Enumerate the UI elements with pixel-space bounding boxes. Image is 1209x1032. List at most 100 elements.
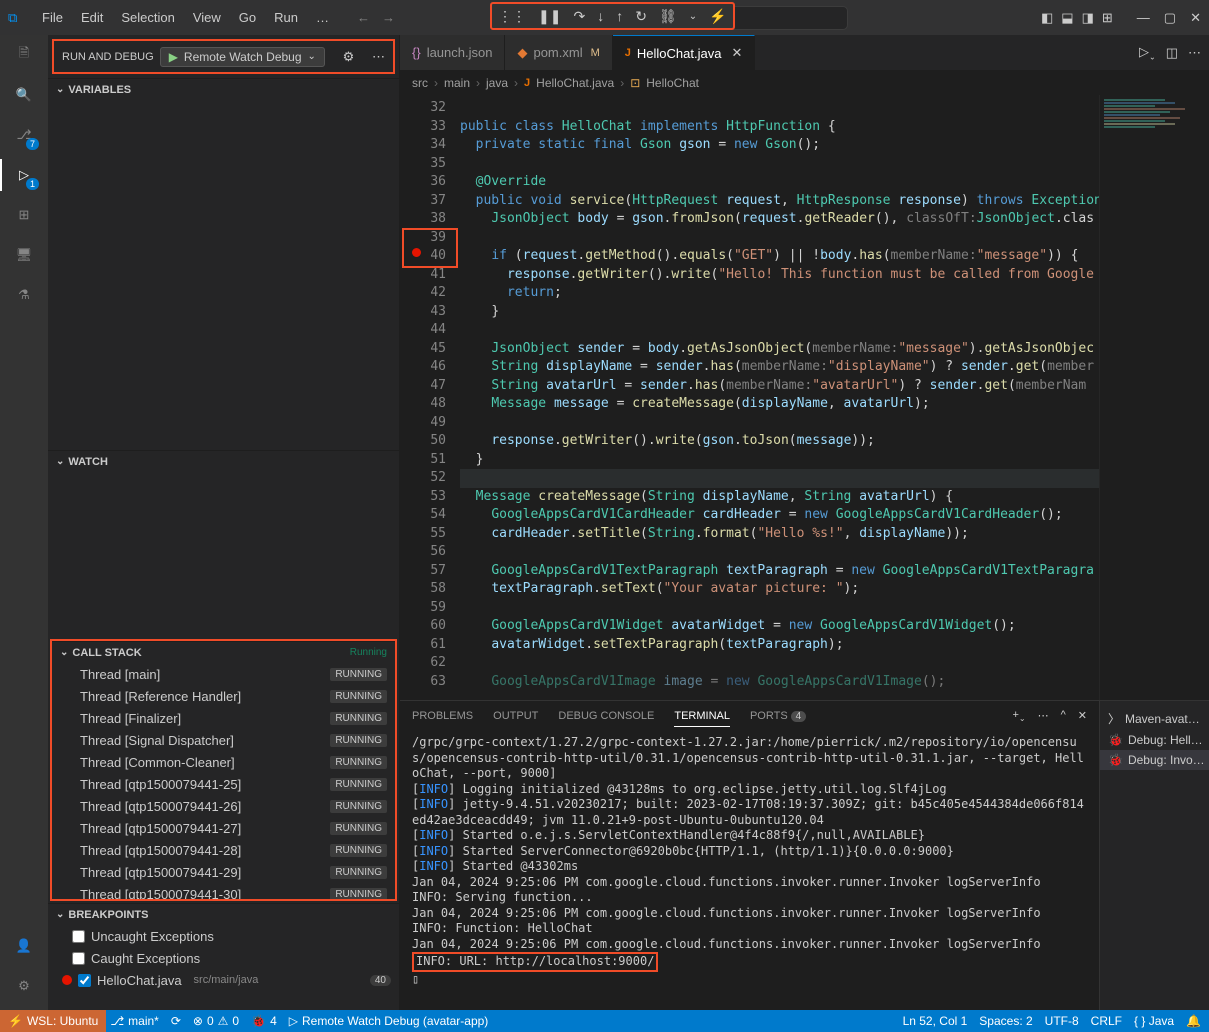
menu-go[interactable]: Go [231,6,264,29]
drag-handle-icon[interactable]: ⋮⋮ [498,8,526,25]
line-number[interactable]: 38 [400,210,446,229]
breadcrumb[interactable]: src› main› java› JHelloChat.java› ⊡Hello… [400,70,1209,95]
tab-hellochat-java[interactable]: JHelloChat.java✕ [613,35,756,70]
thread-row[interactable]: Thread [Reference Handler]RUNNING [52,685,395,707]
tab-debug-console[interactable]: DEBUG CONSOLE [558,706,654,726]
breakpoints-section-header[interactable]: ⌄BREAKPOINTS [48,903,399,925]
line-number[interactable]: 49 [400,414,446,433]
line-number[interactable]: 55 [400,525,446,544]
explorer-icon[interactable]: 🗎 [12,43,36,67]
more-icon[interactable]: ⋯ [1188,45,1201,61]
line-number[interactable]: 63 [400,673,446,692]
thread-row[interactable]: Thread [qtp1500079441-30]RUNNING [52,883,395,899]
terminal-instance[interactable]: 🐞 Debug: Hell… [1100,730,1209,750]
line-number[interactable]: 54 [400,506,446,525]
layout-sidebar-left-icon[interactable]: ◧ [1041,10,1053,26]
line-number[interactable]: 52 [400,469,446,488]
maximize-panel-icon[interactable]: ^ [1061,709,1066,723]
debug-config-selector[interactable]: ▶ Remote Watch Debug ⌄ [160,47,325,67]
line-number[interactable]: 58 [400,580,446,599]
eol[interactable]: CRLF [1091,1014,1122,1028]
layout-panel-icon[interactable]: ⬓ [1061,10,1073,26]
variables-section-header[interactable]: ⌄VARIABLES [48,78,399,100]
line-number[interactable]: 48 [400,395,446,414]
checkbox[interactable] [72,930,85,943]
watch-section-header[interactable]: ⌄WATCH [48,450,399,472]
tab-terminal[interactable]: TERMINAL [674,706,730,727]
sync-icon[interactable]: ⟳ [171,1014,181,1028]
more-icon[interactable]: ⋯ [1038,709,1049,723]
line-number[interactable]: 62 [400,654,446,673]
crumb[interactable]: src [412,76,428,90]
line-number[interactable]: 34 [400,136,446,155]
line-number[interactable]: 56 [400,543,446,562]
code-editor[interactable]: 3233343536373839404142434445464748495051… [400,95,1209,700]
testing-icon[interactable]: ⚗ [12,283,36,307]
line-number[interactable]: 45 [400,340,446,359]
split-editor-icon[interactable]: ◫ [1166,45,1178,61]
thread-row[interactable]: Thread [qtp1500079441-25]RUNNING [52,773,395,795]
thread-row[interactable]: Thread [Finalizer]RUNNING [52,707,395,729]
thread-row[interactable]: Thread [qtp1500079441-27]RUNNING [52,817,395,839]
menu-edit[interactable]: Edit [73,6,111,29]
encoding[interactable]: UTF-8 [1045,1014,1079,1028]
crumb[interactable]: HelloChat [646,76,699,90]
step-into-button[interactable]: ↓ [597,8,604,24]
checkbox[interactable] [72,952,85,965]
disconnect-button[interactable]: ⛓ [659,8,677,25]
gutter[interactable]: 3233343536373839404142434445464748495051… [400,95,460,700]
line-number[interactable]: 43 [400,303,446,322]
window-minimize-icon[interactable]: — [1137,10,1150,26]
thread-row[interactable]: Thread [main]RUNNING [52,663,395,685]
debug-sessions[interactable]: 🐞 4 [251,1014,277,1028]
breakpoint-dot-icon[interactable] [412,248,421,257]
thread-row[interactable]: Thread [Signal Dispatcher]RUNNING [52,729,395,751]
layout-customize-icon[interactable]: ⊞ [1102,10,1113,26]
crumb[interactable]: HelloChat.java [536,76,614,90]
layout-sidebar-right-icon[interactable]: ◨ [1082,10,1094,26]
menu-run[interactable]: Run [266,6,306,29]
terminal-output[interactable]: /grpc/grpc-context/1.27.2/grpc-context-1… [400,731,1099,1010]
line-number[interactable]: 57 [400,562,446,581]
line-number[interactable]: 41 [400,266,446,285]
thread-row[interactable]: Thread [Common-Cleaner]RUNNING [52,751,395,773]
cursor-position[interactable]: Ln 52, Col 1 [903,1014,968,1028]
line-number[interactable]: 53 [400,488,446,507]
line-number[interactable]: 33 [400,118,446,137]
more-icon[interactable]: ⋯ [372,49,385,65]
line-number[interactable]: 60 [400,617,446,636]
pause-button[interactable]: ❚❚ [538,8,561,25]
window-close-icon[interactable]: ✕ [1190,10,1201,26]
line-number[interactable]: 37 [400,192,446,211]
git-branch[interactable]: ⎇ main* [110,1014,159,1028]
checkbox[interactable] [78,974,91,987]
debug-status[interactable]: ▷ Remote Watch Debug (avatar-app) [289,1014,489,1028]
breakpoint-caught[interactable]: Caught Exceptions [48,947,399,969]
extensions-icon[interactable]: ⊞ [12,203,36,227]
crumb[interactable]: main [444,76,470,90]
close-icon[interactable]: ✕ [731,45,742,61]
notifications-icon[interactable]: 🔔 [1186,1014,1201,1028]
breakpoint-file[interactable]: HelloChat.javasrc/main/java40 [48,969,399,991]
search-icon[interactable]: 🔍 [12,83,36,107]
settings-gear-icon[interactable]: ⚙ [12,974,36,998]
nav-forward-icon[interactable]: → [382,10,395,25]
line-number[interactable]: 42 [400,284,446,303]
restart-button[interactable]: ↻ [635,8,647,25]
callstack-section-header[interactable]: ⌄CALL STACKRunning [52,641,395,663]
remote-explorer-icon[interactable]: 🖥 [12,243,36,267]
tab-pom-xml[interactable]: ◆pom.xmlM [505,35,612,70]
tab-problems[interactable]: PROBLEMS [412,706,473,726]
tab-output[interactable]: OUTPUT [493,706,538,726]
line-number[interactable]: 51 [400,451,446,470]
close-panel-icon[interactable]: ✕ [1078,709,1087,723]
line-number[interactable]: 59 [400,599,446,618]
crumb[interactable]: java [486,76,508,90]
menu-selection[interactable]: Selection [113,6,182,29]
run-button-icon[interactable]: ▷⌄ [1139,44,1156,62]
gear-icon[interactable]: ⚙ [343,49,355,65]
breakpoint-uncaught[interactable]: Uncaught Exceptions [48,925,399,947]
step-out-button[interactable]: ↑ [616,8,623,24]
source-control-icon[interactable]: ⎇7 [12,123,36,147]
thread-row[interactable]: Thread [qtp1500079441-29]RUNNING [52,861,395,883]
